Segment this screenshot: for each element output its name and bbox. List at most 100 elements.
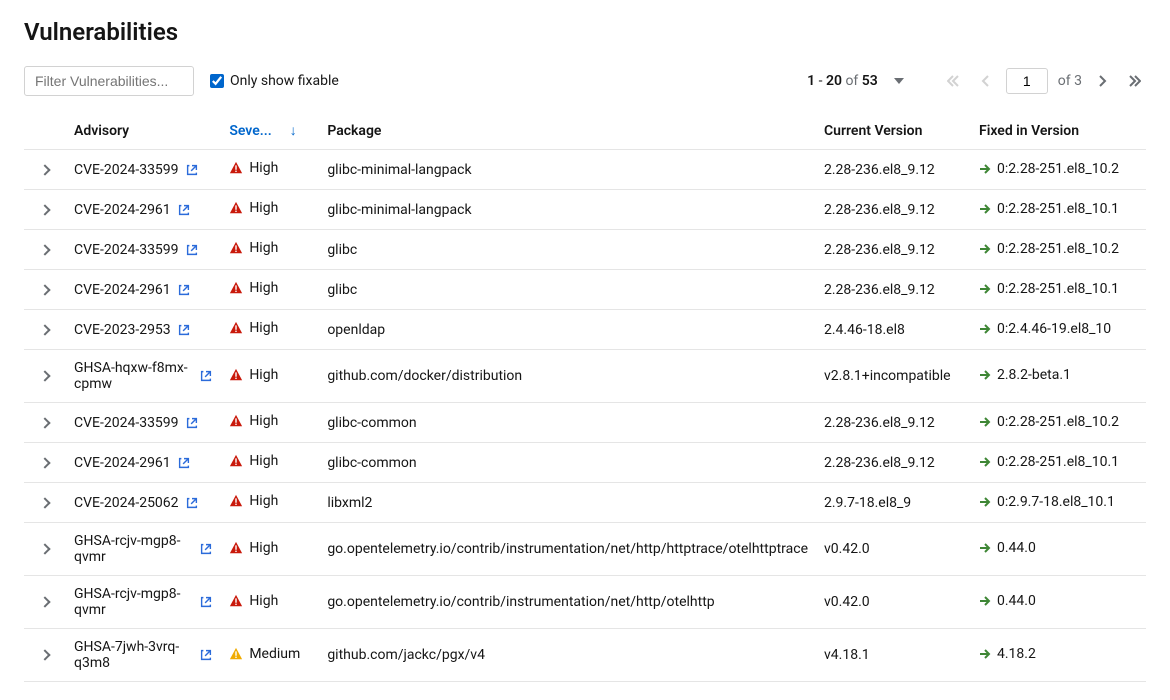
arrow-right-icon — [979, 648, 991, 660]
table-row: CVE-2023-2953 High openldap2.4.46-18.el8 0:… — [24, 310, 1146, 350]
arrow-right-icon — [979, 203, 991, 215]
advisory-id: CVE-2024-2961 — [74, 202, 171, 218]
package-cell: github.com/docker/distribution — [319, 350, 816, 403]
severity-cell: Medium — [229, 646, 300, 662]
prev-page-button[interactable] — [974, 70, 996, 92]
current-version-cell: v0.42.0 — [816, 576, 971, 629]
expand-row-button[interactable] — [39, 543, 50, 554]
expand-row-button[interactable] — [39, 417, 50, 428]
severity-label: High — [249, 540, 278, 556]
expand-row-button[interactable] — [39, 324, 50, 335]
advisory-id: CVE-2023-2953 — [74, 322, 171, 338]
first-page-button[interactable] — [942, 70, 964, 92]
arrow-right-icon — [979, 416, 991, 428]
advisory-link[interactable]: CVE-2023-2953 — [74, 322, 191, 338]
col-fixed-version[interactable]: Fixed in Version — [971, 112, 1146, 150]
advisory-link[interactable]: CVE-2024-33599 — [74, 415, 199, 431]
current-version-cell: 2.4.46-18.el8 — [816, 310, 971, 350]
next-page-button[interactable] — [1092, 70, 1114, 92]
table-row: GHSA-hqxw-f8mx-cpmw High github.com/docker… — [24, 350, 1146, 403]
advisory-link[interactable]: GHSA-rcjv-mgp8-qvmr — [74, 586, 213, 618]
fixed-version-cell: 0:2.9.7-18.el8_10.1 — [979, 494, 1115, 510]
expand-row-button[interactable] — [39, 370, 50, 381]
fixed-version-cell: 0.44.0 — [979, 540, 1036, 556]
current-version-cell: 2.28-236.el8_9.12 — [816, 190, 971, 230]
filter-input[interactable] — [24, 66, 194, 96]
warning-triangle-icon — [229, 241, 243, 255]
expand-row-button[interactable] — [39, 596, 50, 607]
severity-cell: High — [229, 200, 278, 216]
package-cell: glibc — [319, 230, 816, 270]
external-link-icon — [185, 416, 199, 430]
severity-cell: High — [229, 320, 278, 336]
severity-cell: High — [229, 280, 278, 296]
package-cell: glibc-common — [319, 403, 816, 443]
warning-triangle-icon — [229, 414, 243, 428]
advisory-link[interactable]: CVE-2024-33599 — [74, 162, 199, 178]
external-link-icon — [185, 496, 199, 510]
expand-row-button[interactable] — [39, 204, 50, 215]
advisory-link[interactable]: CVE-2024-25062 — [74, 495, 199, 511]
external-link-icon — [199, 369, 213, 383]
page-number-input[interactable] — [1006, 68, 1048, 94]
fixed-version-cell: 0:2.28-251.el8_10.1 — [979, 281, 1119, 297]
external-link-icon — [199, 542, 213, 556]
col-severity[interactable]: Seve...↓ — [221, 112, 319, 150]
advisory-link[interactable]: CVE-2024-2961 — [74, 282, 191, 298]
arrow-right-icon — [979, 163, 991, 175]
only-fixable-input[interactable] — [210, 74, 224, 88]
advisory-link[interactable]: CVE-2024-2961 — [74, 455, 191, 471]
warning-triangle-icon — [229, 647, 243, 661]
external-link-icon — [177, 283, 191, 297]
external-link-icon — [199, 648, 213, 662]
severity-cell: High — [229, 593, 278, 609]
fixed-version-cell: 4.18.2 — [979, 646, 1036, 662]
fixed-version-cell: 0:2.28-251.el8_10.2 — [979, 414, 1119, 430]
severity-label: Medium — [249, 646, 300, 662]
advisory-link[interactable]: CVE-2024-2961 — [74, 202, 191, 218]
arrow-right-icon — [979, 283, 991, 295]
last-page-button[interactable] — [1124, 70, 1146, 92]
advisory-link[interactable]: CVE-2024-33599 — [74, 242, 199, 258]
arrow-right-icon — [979, 542, 991, 554]
advisory-id: CVE-2024-2961 — [74, 282, 171, 298]
expand-row-button[interactable] — [39, 164, 50, 175]
fixed-version-cell: 0:2.28-251.el8_10.2 — [979, 241, 1119, 257]
col-current-version[interactable]: Current Version — [816, 112, 971, 150]
sort-desc-icon: ↓ — [290, 123, 297, 139]
external-link-icon — [199, 595, 213, 609]
severity-label: High — [249, 200, 278, 216]
severity-label: High — [249, 493, 278, 509]
arrow-right-icon — [979, 243, 991, 255]
table-row: GHSA-7jwh-3vrq-q3m8Mediumgithub.com/jack… — [24, 629, 1146, 682]
package-cell: glibc-common — [319, 443, 816, 483]
severity-cell: High — [229, 367, 278, 383]
col-advisory[interactable]: Advisory — [66, 112, 221, 150]
warning-triangle-icon — [229, 454, 243, 468]
table-row: CVE-2024-33599Highglibc-common2.28-236.e… — [24, 403, 1146, 443]
external-link-icon — [177, 323, 191, 337]
expand-row-button[interactable] — [39, 457, 50, 468]
severity-label: High — [249, 320, 278, 336]
advisory-link[interactable]: GHSA-hqxw-f8mx-cpmw — [74, 360, 213, 392]
expand-row-button[interactable] — [39, 244, 50, 255]
expand-row-button[interactable] — [39, 649, 50, 660]
only-fixable-checkbox[interactable]: Only show fixable — [210, 73, 339, 89]
expand-row-button[interactable] — [39, 284, 50, 295]
advisory-id: CVE-2024-33599 — [74, 162, 179, 178]
table-row: CVE-2024-33599Highglibc2.28-236.el8_9.12… — [24, 230, 1146, 270]
external-link-icon — [177, 456, 191, 470]
expand-row-button[interactable] — [39, 497, 50, 508]
of-pages: of 3 — [1058, 73, 1082, 89]
package-cell: go.opentelemetry.io/contrib/instrumentat… — [319, 523, 816, 576]
advisory-link[interactable]: GHSA-rcjv-mgp8-qvmr — [74, 533, 213, 565]
fixed-version-cell: 0:2.4.46-19.el8_10 — [979, 321, 1111, 337]
table-row: GHSA-rcjv-mgp8-qvmrHighgo.opentelemetry.… — [24, 576, 1146, 629]
advisory-link[interactable]: GHSA-7jwh-3vrq-q3m8 — [74, 639, 213, 671]
pagination: 1 - 20 of 53 of 3 — [807, 68, 1146, 94]
fixed-version-cell: 0.44.0 — [979, 593, 1036, 609]
package-cell: openldap — [319, 310, 816, 350]
severity-label: High — [249, 160, 278, 176]
page-size-dropdown[interactable] — [888, 70, 910, 92]
col-package[interactable]: Package — [319, 112, 816, 150]
